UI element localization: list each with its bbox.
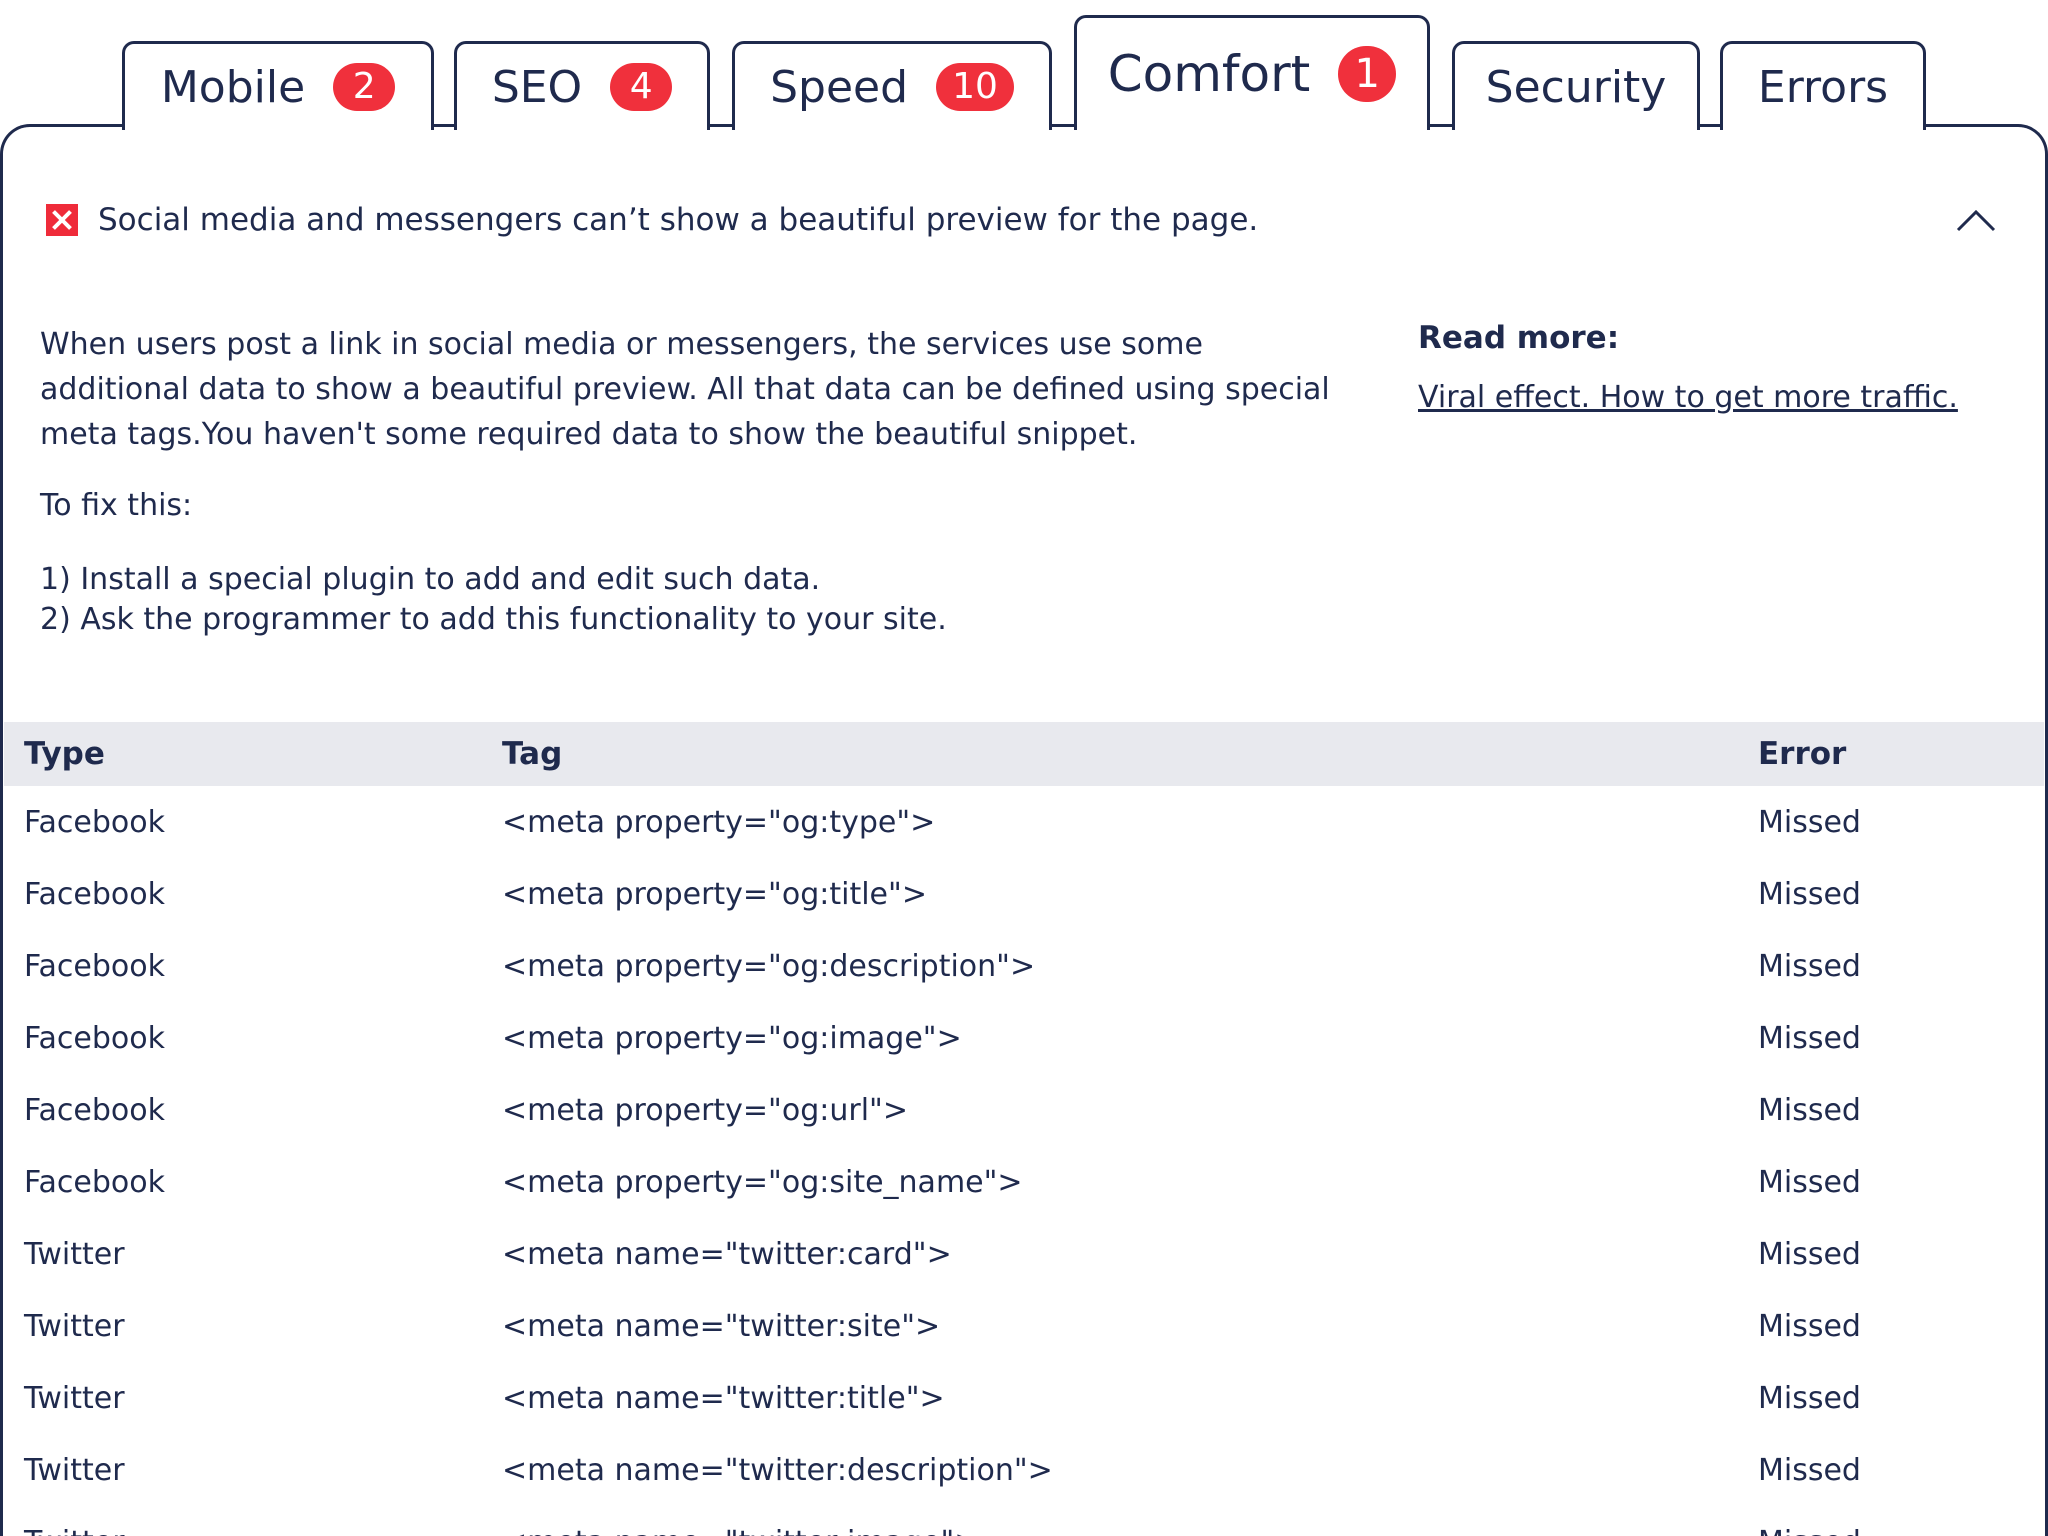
tab-errors[interactable]: Errors bbox=[1720, 41, 1926, 130]
tab-mobile[interactable]: Mobile 2 bbox=[122, 41, 434, 130]
tab-speed-count-badge: 10 bbox=[936, 63, 1014, 111]
cell-type: Twitter bbox=[24, 1380, 125, 1416]
table-row: Twitter <meta name="twitter:site"> Misse… bbox=[4, 1290, 2044, 1362]
table-row: Facebook <meta property="og:site_name"> … bbox=[4, 1146, 2044, 1218]
tab-security-label: Security bbox=[1485, 61, 1667, 113]
cell-tag: <meta property="og:url"> bbox=[502, 1092, 908, 1128]
cell-type: Facebook bbox=[24, 876, 165, 912]
cell-error: Missed bbox=[1758, 1236, 1861, 1272]
issue-description: When users post a link in social media o… bbox=[40, 327, 1330, 452]
tab-seo-label: SEO bbox=[491, 61, 583, 113]
cell-error: Missed bbox=[1758, 1380, 1861, 1416]
cell-type: Twitter bbox=[24, 1525, 125, 1536]
cell-error: Missed bbox=[1758, 876, 1861, 912]
cell-error: Missed bbox=[1758, 1525, 1861, 1536]
cell-type: Facebook bbox=[24, 948, 165, 984]
column-header-type: Type bbox=[24, 736, 105, 772]
cell-tag: <meta property="og:type"> bbox=[502, 804, 936, 840]
read-more-link[interactable]: Viral effect. How to get more traffic. bbox=[1418, 380, 1958, 415]
cell-error: Missed bbox=[1758, 1020, 1861, 1056]
cell-type: Facebook bbox=[24, 1092, 165, 1128]
tab-seo[interactable]: SEO 4 bbox=[454, 41, 710, 130]
fix-step: 2) Ask the programmer to add this functi… bbox=[40, 602, 947, 637]
table-row: Twitter <meta name="twitter:title"> Miss… bbox=[4, 1362, 2044, 1434]
cell-type: Twitter bbox=[24, 1308, 125, 1344]
tab-comfort[interactable]: Comfort 1 bbox=[1074, 15, 1430, 130]
error-x-icon bbox=[46, 204, 78, 236]
page: Mobile 2 SEO 4 Speed 10 Comfort 1 Securi… bbox=[0, 0, 2048, 1536]
tab-speed-label: Speed bbox=[770, 61, 909, 113]
cell-error: Missed bbox=[1758, 1092, 1861, 1128]
tab-comfort-label: Comfort bbox=[1107, 45, 1311, 103]
cell-error: Missed bbox=[1758, 1308, 1861, 1344]
tab-errors-label: Errors bbox=[1757, 61, 1889, 113]
cell-error: Missed bbox=[1758, 804, 1861, 840]
cell-tag: <meta property="og:image"> bbox=[502, 1020, 962, 1056]
table-row: Twitter <meta name="twitter:image"> Miss… bbox=[4, 1506, 2044, 1536]
table-row: Twitter <meta name="twitter:card"> Misse… bbox=[4, 1218, 2044, 1290]
tab-mobile-count-badge: 2 bbox=[333, 63, 396, 111]
tab-comfort-count-badge: 1 bbox=[1338, 46, 1397, 102]
cell-type: Facebook bbox=[24, 1164, 165, 1200]
cell-tag: <meta property="og:description"> bbox=[502, 948, 1036, 984]
tab-bar: Mobile 2 SEO 4 Speed 10 Comfort 1 Securi… bbox=[0, 0, 2048, 130]
cell-tag: <meta name="twitter:description"> bbox=[502, 1452, 1053, 1488]
cell-error: Missed bbox=[1758, 1164, 1861, 1200]
cell-type: Facebook bbox=[24, 804, 165, 840]
cell-error: Missed bbox=[1758, 1452, 1861, 1488]
table-row: Twitter <meta name="twitter:description"… bbox=[4, 1434, 2044, 1506]
table-row: Facebook <meta property="og:type"> Misse… bbox=[4, 786, 2044, 858]
table-row: Facebook <meta property="og:description"… bbox=[4, 930, 2044, 1002]
read-more-label: Read more: bbox=[1418, 320, 1620, 356]
column-header-error: Error bbox=[1758, 736, 1847, 772]
cell-tag: <meta name="twitter:title"> bbox=[502, 1380, 945, 1416]
meta-tags-table: Type Tag Error Facebook <meta property="… bbox=[4, 722, 2044, 1536]
fix-steps: 1) Install a special plugin to add and e… bbox=[40, 560, 947, 640]
table-row: Facebook <meta property="og:url"> Missed bbox=[4, 1074, 2044, 1146]
chevron-up-icon[interactable] bbox=[1956, 202, 1996, 242]
cell-tag: <meta name="twitter:card"> bbox=[502, 1236, 952, 1272]
cell-type: Twitter bbox=[24, 1452, 125, 1488]
cell-tag: <meta name="twitter:site"> bbox=[502, 1308, 941, 1344]
tab-seo-count-badge: 4 bbox=[610, 63, 673, 111]
column-header-tag: Tag bbox=[502, 736, 563, 772]
cell-type: Twitter bbox=[24, 1236, 125, 1272]
tab-mobile-label: Mobile bbox=[160, 61, 306, 113]
tab-speed[interactable]: Speed 10 bbox=[732, 41, 1052, 130]
table-header: Type Tag Error bbox=[4, 722, 2044, 786]
fix-label: To fix this: bbox=[40, 488, 193, 523]
issue-header[interactable]: Social media and messengers can’t show a… bbox=[46, 198, 2006, 242]
cell-tag: <meta name="twitter:image"> bbox=[502, 1525, 979, 1536]
table-row: Facebook <meta property="og:title"> Miss… bbox=[4, 858, 2044, 930]
table-row: Facebook <meta property="og:image"> Miss… bbox=[4, 1002, 2044, 1074]
cell-error: Missed bbox=[1758, 948, 1861, 984]
issue-title: Social media and messengers can’t show a… bbox=[98, 202, 1259, 238]
cell-tag: <meta property="og:site_name"> bbox=[502, 1164, 1023, 1200]
tab-security[interactable]: Security bbox=[1452, 41, 1700, 130]
fix-step: 1) Install a special plugin to add and e… bbox=[40, 562, 821, 597]
cell-type: Facebook bbox=[24, 1020, 165, 1056]
cell-tag: <meta property="og:title"> bbox=[502, 876, 927, 912]
